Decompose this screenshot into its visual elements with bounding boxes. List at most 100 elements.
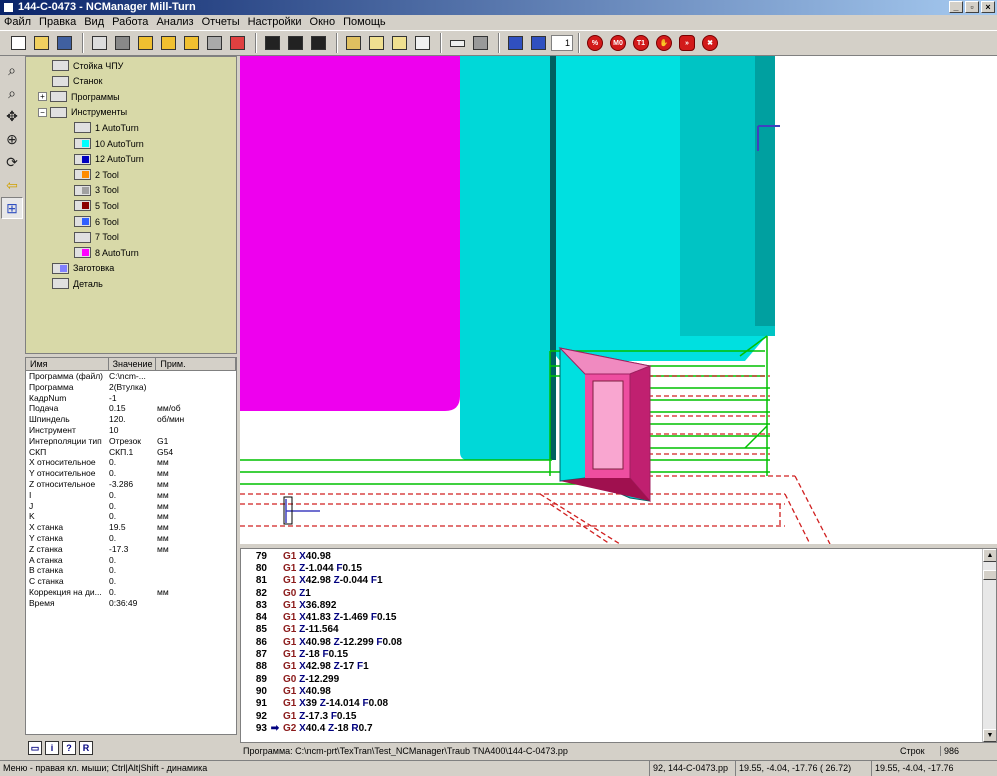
property-row[interactable]: КадрNum -1	[26, 393, 236, 404]
col-value-header[interactable]: Значение	[109, 358, 157, 370]
code-line[interactable]: 89 G0 Z-12.299	[241, 673, 339, 685]
tree-node[interactable]: Заготовка	[52, 261, 114, 276]
property-row[interactable]: A станка 0.	[26, 555, 236, 566]
nc-program-listing[interactable]: 79 G1 X40.98 80 G1 Z-1.044 F0.15 81 G1 X42.98…	[240, 548, 997, 743]
tree-node[interactable]: 3 Tool	[74, 183, 119, 198]
code-line[interactable]: 86 G1 X40.98 Z-12.299 F0.08	[241, 636, 402, 648]
property-row[interactable]: J 0. мм	[26, 501, 236, 512]
property-row[interactable]: Z станка -17.3 мм	[26, 544, 236, 555]
property-row[interactable]: СКП СКП.1 G54	[26, 447, 236, 458]
stop-error-button[interactable]: ✖	[700, 33, 720, 53]
code-line[interactable]: 87 G1 Z-18 F0.15	[241, 648, 348, 660]
tree-node[interactable]: 2 Tool	[74, 167, 119, 182]
stop-m0-button[interactable]: M0	[608, 33, 628, 53]
code-line[interactable]: 93 ➡ G2 X40.4 Z-18 R0.7	[241, 722, 373, 734]
view-wire-icon[interactable]	[366, 33, 386, 53]
property-row[interactable]: Z относительное -3.286 мм	[26, 479, 236, 490]
stock-icon[interactable]	[112, 33, 132, 53]
property-row[interactable]: B станка 0.	[26, 565, 236, 576]
tree-node[interactable]: 10 AutoTurn	[74, 136, 144, 151]
property-row[interactable]: Интерполяции тип Отрезок G1	[26, 436, 236, 447]
tree-node[interactable]: − Инструменты	[38, 105, 127, 120]
scroll-thumb[interactable]	[983, 570, 996, 580]
minimize-button[interactable]: _	[949, 1, 963, 13]
tree-node[interactable]: Стойка ЧПУ	[52, 58, 123, 73]
tool-change-icon[interactable]	[204, 33, 224, 53]
view-axes-icon[interactable]	[389, 33, 409, 53]
code-line[interactable]: 81 G1 X42.98 Z-0.044 F1	[241, 575, 383, 587]
restore-button[interactable]: ▫	[965, 1, 979, 13]
code-scrollbar[interactable]: ▲ ▼	[982, 549, 996, 742]
zoom-icon[interactable]: ⊕	[1, 128, 23, 150]
pan-icon[interactable]: ✥	[1, 105, 23, 127]
tree-node[interactable]: 7 Tool	[74, 230, 119, 245]
expand-icon[interactable]: +	[38, 92, 47, 102]
new-file-icon[interactable]	[8, 33, 28, 53]
property-row[interactable]: Программа 2(Втулка)	[26, 382, 236, 393]
col-note-header[interactable]: Прим.	[156, 358, 236, 370]
code-line[interactable]: 92 G1 Z-17.3 F0.15	[241, 710, 357, 722]
ruler-icon[interactable]	[447, 33, 467, 53]
open-folder-icon[interactable]	[31, 33, 51, 53]
col-name-header[interactable]: Имя	[26, 358, 109, 370]
code-line[interactable]: 80 G1 Z-1.044 F0.15	[241, 562, 362, 574]
code-line[interactable]: 85 G1 Z-11.564	[241, 624, 339, 636]
tab-info-icon[interactable]: i	[45, 741, 59, 755]
code-line[interactable]: 90 G1 X40.98	[241, 685, 331, 697]
tree-node[interactable]: Станок	[52, 74, 102, 89]
menu-item-0[interactable]: Файл	[0, 15, 35, 30]
property-row[interactable]: Шпиндель 120. об/мин	[26, 414, 236, 425]
code-line[interactable]: 79 G1 X40.98	[241, 550, 331, 562]
code-line[interactable]: 84 G1 X41.83 Z-1.469 F0.15	[241, 612, 397, 624]
stop-fast-button[interactable]: »	[677, 33, 697, 53]
tab-help-icon[interactable]: ?	[62, 741, 76, 755]
save-icon[interactable]	[54, 33, 74, 53]
code-line[interactable]: 91 G1 X39 Z-14.014 F0.08	[241, 698, 388, 710]
property-row[interactable]: Программа (файл) C:\ncm-...	[26, 371, 236, 382]
property-row[interactable]: X относительное 0. мм	[26, 457, 236, 468]
menu-item-5[interactable]: Отчеты	[198, 15, 244, 30]
tree-node[interactable]: 1 AutoTurn	[74, 120, 139, 135]
monitor-2-icon[interactable]	[285, 33, 305, 53]
close-button[interactable]: ×	[981, 1, 995, 13]
property-row[interactable]: Y станка 0. мм	[26, 533, 236, 544]
monitor-3-icon[interactable]	[308, 33, 328, 53]
menu-item-1[interactable]: Правка	[35, 15, 80, 30]
tree-node[interactable]: 12 AutoTurn	[74, 152, 144, 167]
menu-item-3[interactable]: Работа	[108, 15, 152, 30]
stop-t1-button[interactable]: T1	[631, 33, 651, 53]
view-box-icon[interactable]	[412, 33, 432, 53]
property-row[interactable]: X станка 19.5 мм	[26, 522, 236, 533]
back-arrow-icon[interactable]: ⇦	[1, 174, 23, 196]
tool-path-icon[interactable]	[89, 33, 109, 53]
menu-item-7[interactable]: Окно	[306, 15, 340, 30]
property-row[interactable]: Y относительное 0. мм	[26, 468, 236, 479]
layers-icon[interactable]	[470, 33, 490, 53]
property-row[interactable]: I 0. мм	[26, 490, 236, 501]
monitor-1-icon[interactable]	[262, 33, 282, 53]
tree-node[interactable]: + Программы	[38, 89, 120, 104]
tree-node[interactable]: Деталь	[52, 276, 103, 291]
property-row[interactable]: Коррекция на ди... 0. мм	[26, 587, 236, 598]
step-back-icon[interactable]	[158, 33, 178, 53]
menu-item-6[interactable]: Настройки	[244, 15, 306, 30]
menu-item-2[interactable]: Вид	[80, 15, 108, 30]
collapse-icon[interactable]: −	[38, 107, 47, 117]
code-line[interactable]: 82 G0 Z1	[241, 587, 311, 599]
property-row[interactable]: C станка 0.	[26, 576, 236, 587]
run-to-icon[interactable]	[181, 33, 201, 53]
scroll-down-icon[interactable]: ▼	[983, 729, 996, 742]
rotate-icon[interactable]: ⟳	[1, 151, 23, 173]
view-shaded-icon[interactable]	[343, 33, 363, 53]
property-row[interactable]: K 0. мм	[26, 511, 236, 522]
stop-hand-button[interactable]: ✋	[654, 33, 674, 53]
tab-tree-icon[interactable]: ▭	[28, 741, 42, 755]
zoom-fit-icon[interactable]: ⌕	[1, 82, 23, 104]
step-forward-icon[interactable]	[135, 33, 155, 53]
code-line[interactable]: 88 G1 X42.98 Z-17 F1	[241, 661, 369, 673]
zoom-window-icon[interactable]: ⌕	[1, 59, 23, 81]
code-line[interactable]: 83 G1 X36.892	[241, 599, 337, 611]
tab-report-icon[interactable]: R	[79, 741, 93, 755]
property-row[interactable]: Подача 0.15 мм/об	[26, 403, 236, 414]
property-row[interactable]: Время 0:36:49	[26, 598, 236, 609]
